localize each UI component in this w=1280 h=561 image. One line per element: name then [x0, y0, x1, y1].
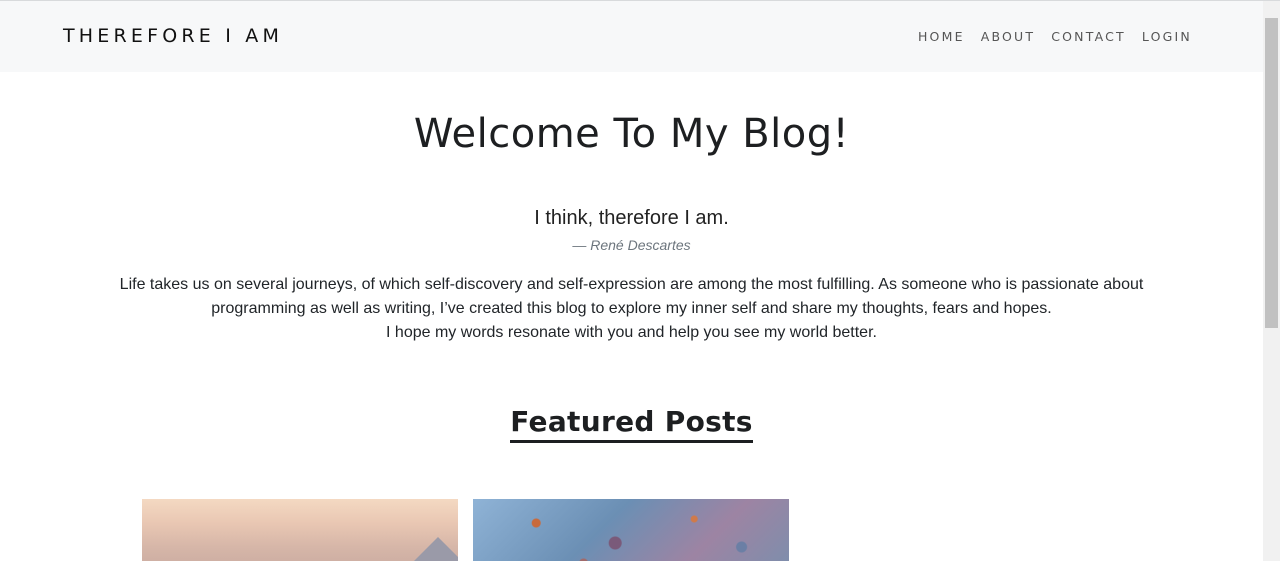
nav-login-link[interactable]: LOGIN	[1142, 29, 1192, 44]
post-card[interactable]	[142, 499, 458, 561]
featured-posts-title: Featured Posts	[510, 405, 753, 443]
intro-paragraph: Life takes us on several journeys, of wh…	[100, 273, 1163, 345]
featured-posts-heading: Featured Posts	[0, 405, 1263, 443]
post-card[interactable]	[473, 499, 789, 561]
navbar: THEREFORE I AM HOME ABOUT CONTACT LOGIN	[0, 1, 1263, 72]
page-scrollbar[interactable]	[1263, 1, 1280, 561]
nav-contact-link[interactable]: CONTACT	[1051, 29, 1126, 44]
mountain-shape	[412, 537, 458, 561]
nav-home-link[interactable]: HOME	[918, 29, 965, 44]
brand-logo[interactable]: THEREFORE I AM	[63, 25, 283, 47]
nav-links: HOME ABOUT CONTACT LOGIN	[902, 29, 1192, 44]
post-thumbnail[interactable]	[473, 499, 789, 561]
page: THEREFORE I AM HOME ABOUT CONTACT LOGIN …	[0, 1, 1263, 561]
post-thumbnail[interactable]	[142, 499, 458, 561]
page-title: Welcome To My Blog!	[413, 111, 850, 157]
quote-author: — René Descartes	[572, 237, 691, 253]
scrollbar-thumb[interactable]	[1265, 18, 1278, 328]
intro-line: I hope my words resonate with you and he…	[386, 324, 877, 341]
quote-text: I think, therefore I am.	[534, 207, 729, 229]
nav-about-link[interactable]: ABOUT	[981, 29, 1036, 44]
intro-line: Life takes us on several journeys, of wh…	[119, 276, 1144, 317]
